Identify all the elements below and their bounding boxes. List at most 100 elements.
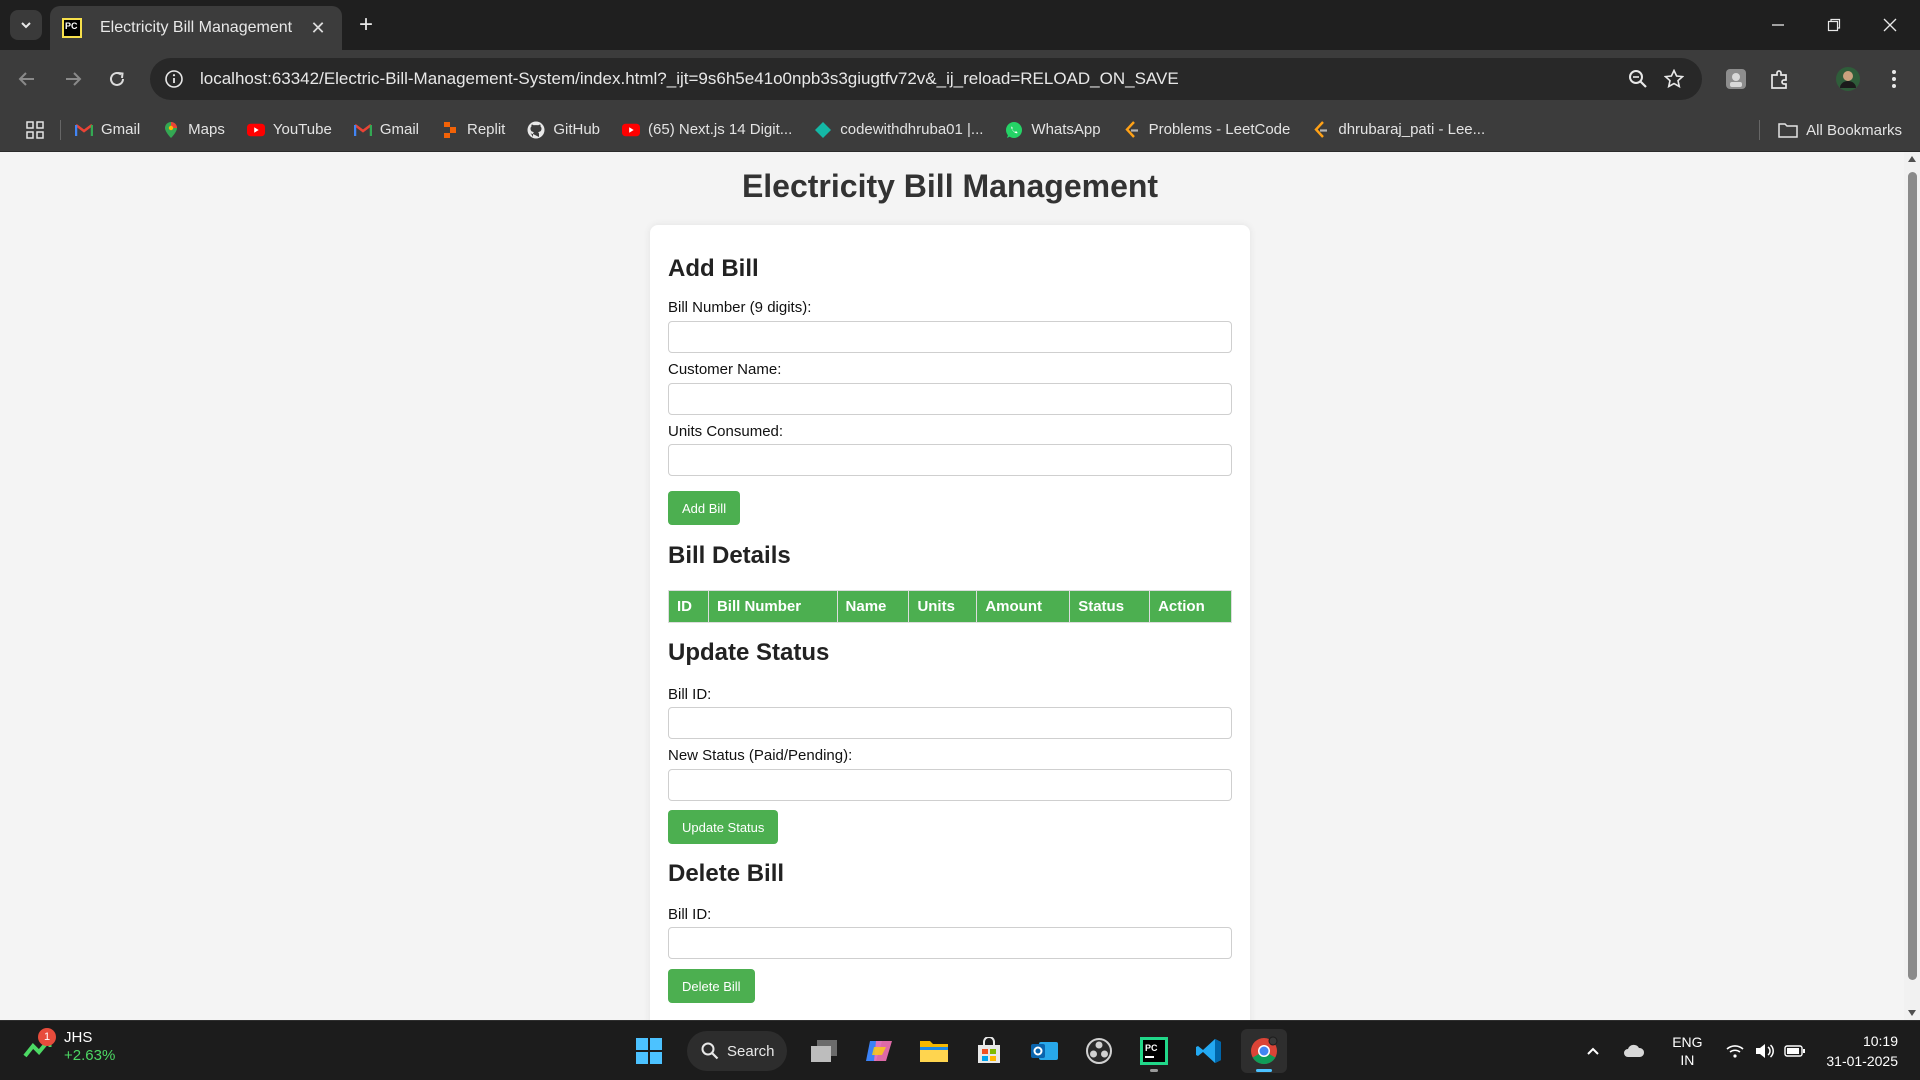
bookmark-label: WhatsApp: [1031, 121, 1101, 138]
tab-close-icon[interactable]: ✕: [306, 18, 330, 39]
bookmark-label: dhrubaraj_pati - Lee...: [1338, 121, 1486, 138]
volume-status[interactable]: [1750, 1043, 1780, 1059]
bookmark-nextjs-video[interactable]: (65) Next.js 14 Digit...: [622, 121, 792, 139]
language-code: ENG: [1672, 1034, 1703, 1050]
scrollbar-thumb[interactable]: [1908, 172, 1917, 980]
copilot-button[interactable]: [856, 1029, 902, 1073]
star-icon: [1664, 69, 1684, 89]
bookmark-star-button[interactable]: [1656, 61, 1692, 97]
delete-bill-button[interactable]: Delete Bill: [668, 969, 755, 1003]
bookmark-label: YouTube: [272, 121, 332, 138]
speaker-icon: [1756, 1044, 1775, 1058]
bookmark-label: codewithdhruba01 |...: [840, 121, 984, 138]
units-consumed-input[interactable]: [668, 444, 1232, 476]
page-scrollbar[interactable]: [1904, 152, 1920, 1020]
extension-button[interactable]: [1718, 62, 1754, 96]
bookmark-codewithdhruba[interactable]: codewithdhruba01 |...: [814, 121, 983, 139]
extension-app-icon: [1726, 69, 1746, 89]
taskbar-search[interactable]: Search: [687, 1031, 787, 1071]
customer-name-input[interactable]: [668, 383, 1232, 415]
bookmark-whatsapp[interactable]: WhatsApp: [1005, 121, 1101, 139]
input-language-indicator[interactable]: ENG IN: [1662, 1033, 1712, 1069]
system-clock[interactable]: 10:19 31-01-2025: [1826, 1031, 1898, 1071]
gmail-icon: [75, 121, 93, 139]
bookmarks-bar: Gmail Maps YouTube Gmail Replit GitHub (…: [0, 108, 1920, 152]
diamond-icon: [814, 121, 832, 139]
all-bookmarks-button[interactable]: All Bookmarks: [1778, 108, 1902, 152]
site-info-button[interactable]: [154, 59, 194, 99]
browser-tab[interactable]: PC Electricity Bill Management ✕: [50, 6, 342, 50]
vscode-button[interactable]: [1186, 1029, 1232, 1073]
search-icon: [701, 1042, 719, 1060]
apps-button[interactable]: [18, 120, 52, 139]
wifi-status[interactable]: [1720, 1044, 1750, 1058]
bookmark-youtube[interactable]: YouTube: [246, 121, 332, 139]
bookmark-gmail-2[interactable]: Gmail: [353, 121, 419, 139]
column-header-action: Action: [1149, 590, 1232, 623]
delete-bill-id-label: Bill ID:: [668, 906, 712, 923]
region-code: IN: [1680, 1052, 1695, 1068]
bookmark-leetcode-profile[interactable]: dhrubaraj_pati - Lee...: [1312, 120, 1486, 139]
restore-button[interactable]: [1806, 0, 1862, 50]
taskbar-pinned-apps: Search PC: [626, 1029, 1296, 1073]
onedrive-button[interactable]: [1614, 1044, 1654, 1058]
outlook-button[interactable]: [1021, 1029, 1067, 1073]
obs-button[interactable]: [1076, 1029, 1122, 1073]
bookmark-label: GitHub: [553, 121, 601, 138]
close-window-button[interactable]: [1862, 0, 1918, 50]
new-status-label: New Status (Paid/Pending):: [668, 747, 853, 764]
clock-date: 31-01-2025: [1826, 1053, 1898, 1069]
stock-chart-icon: 1: [22, 1028, 56, 1064]
bookmark-maps[interactable]: Maps: [162, 121, 225, 139]
bill-details-heading: Bill Details: [668, 542, 791, 569]
bookmark-gmail[interactable]: Gmail: [75, 121, 140, 139]
close-icon: [1883, 18, 1897, 32]
notification-badge: 1: [38, 1028, 56, 1046]
bookmark-replit[interactable]: Replit: [441, 121, 505, 139]
task-view-button[interactable]: [801, 1029, 847, 1073]
forward-button[interactable]: [58, 64, 88, 94]
microsoft-store-button[interactable]: [966, 1029, 1012, 1073]
back-button[interactable]: [12, 64, 42, 94]
update-bill-id-input[interactable]: [668, 707, 1232, 739]
reload-button[interactable]: [102, 64, 132, 94]
task-view-icon: [811, 1040, 837, 1062]
update-status-button[interactable]: Update Status: [668, 810, 779, 844]
new-status-input[interactable]: [668, 769, 1232, 801]
new-tab-button[interactable]: +: [352, 10, 380, 40]
bookmark-label: (65) Next.js 14 Digit...: [648, 121, 793, 138]
bookmark-label: Replit: [466, 121, 506, 138]
add-bill-button[interactable]: Add Bill: [668, 491, 741, 525]
tab-search-button[interactable]: [10, 10, 42, 40]
scroll-down-arrow-icon[interactable]: [1908, 1010, 1916, 1016]
arrow-left-icon: [18, 72, 34, 86]
zoom-button[interactable]: [1620, 61, 1656, 97]
browser-menu-button[interactable]: [1876, 62, 1912, 96]
browser-toolbar: localhost:63342/Electric-Bill-Management…: [0, 50, 1920, 108]
show-hidden-icons-button[interactable]: [1578, 1046, 1608, 1056]
file-explorer-button[interactable]: [911, 1029, 957, 1073]
bill-number-label: Bill Number (9 digits):: [668, 299, 812, 316]
obs-icon: [1086, 1038, 1112, 1064]
address-bar[interactable]: localhost:63342/Electric-Bill-Management…: [150, 58, 1702, 100]
pycharm-button[interactable]: PC: [1131, 1029, 1177, 1073]
bookmark-github[interactable]: GitHub: [527, 121, 600, 139]
start-button[interactable]: [626, 1029, 672, 1073]
profile-avatar[interactable]: [1830, 62, 1866, 96]
kebab-menu-icon: [1892, 70, 1896, 88]
bill-form-card: Add Bill Bill Number (9 digits): Custome…: [650, 225, 1250, 1020]
delete-bill-id-input[interactable]: [668, 927, 1232, 959]
minimize-button[interactable]: [1750, 0, 1806, 50]
tab-title: Electricity Bill Management: [100, 19, 293, 36]
add-bill-heading: Add Bill: [668, 255, 759, 282]
chrome-button[interactable]: [1241, 1029, 1287, 1073]
battery-status[interactable]: [1780, 1045, 1810, 1057]
scroll-up-arrow-icon[interactable]: [1908, 156, 1916, 162]
extensions-menu-button[interactable]: [1762, 62, 1798, 96]
bill-number-input[interactable]: [668, 321, 1232, 353]
running-indicator: [1150, 1069, 1158, 1072]
bookmark-leetcode-problems[interactable]: Problems - LeetCode: [1123, 120, 1290, 139]
stock-widget[interactable]: 1 JHS +2.63%: [22, 1028, 115, 1065]
restore-icon: [1827, 18, 1841, 32]
copilot-icon: [866, 1041, 892, 1061]
